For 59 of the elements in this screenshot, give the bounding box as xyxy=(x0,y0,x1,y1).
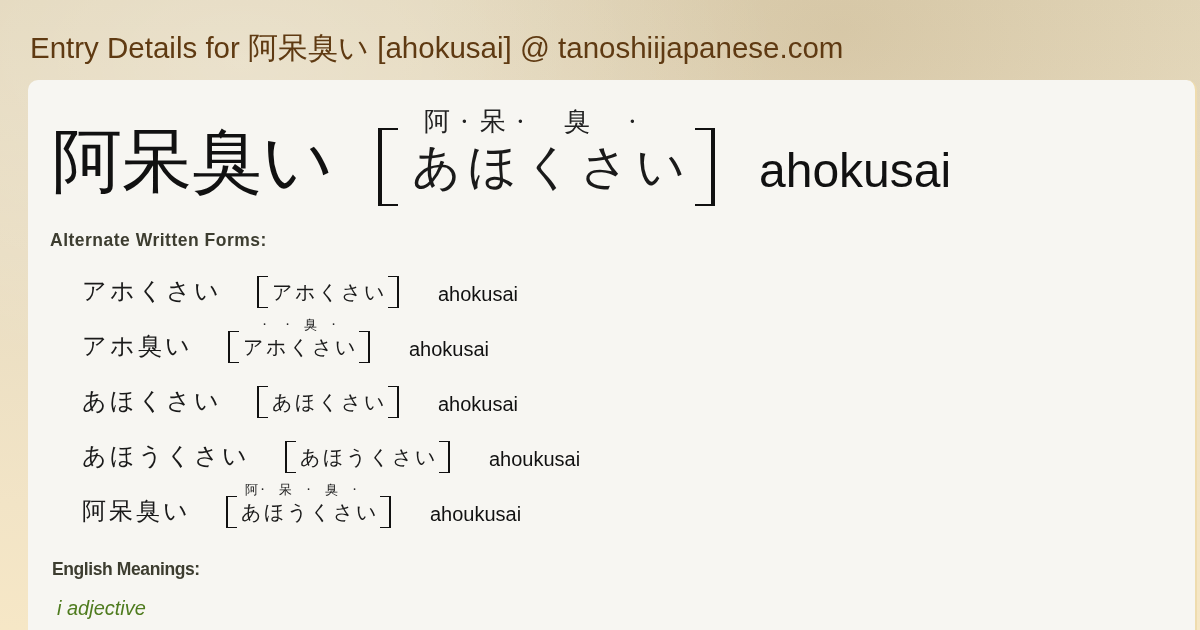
open-bracket-icon xyxy=(257,275,268,308)
written-form: アホくさい xyxy=(82,277,222,306)
furigana-text: 臭 xyxy=(563,108,590,135)
reading-kana: ほ xyxy=(468,138,524,196)
reading-kana: い xyxy=(636,138,692,196)
reading-kana: い xyxy=(356,499,379,524)
part-of-speech-text: i adjective xyxy=(57,596,146,620)
reading-kana: ほう xyxy=(264,499,310,524)
reading-kana: くさ xyxy=(524,138,636,196)
reading-kana: あほくさい xyxy=(272,389,387,414)
furigana-separator: · xyxy=(516,108,525,135)
romaji-text: ahoukusai xyxy=(489,446,581,471)
reading-kana: くさ xyxy=(310,499,356,524)
open-bracket-icon xyxy=(226,495,237,528)
section-heading: Alternate Written Forms: xyxy=(50,230,267,250)
close-bracket-icon xyxy=(359,330,370,363)
open-bracket-icon xyxy=(378,128,398,206)
furigana-separator: · xyxy=(260,482,265,496)
romaji-text: ahokusai xyxy=(409,336,490,361)
furigana-separator: · xyxy=(460,108,469,135)
romaji-text: ahokusai xyxy=(438,391,519,416)
romaji-text: ahokusai xyxy=(759,143,952,200)
open-bracket-icon xyxy=(228,330,239,363)
close-bracket-icon xyxy=(380,495,391,528)
open-bracket-icon xyxy=(285,440,296,473)
furigana-separator: · xyxy=(306,482,311,496)
furigana-separator: · xyxy=(352,482,357,496)
written-form: 阿呆臭い xyxy=(82,497,191,526)
section-heading: English Meanings: xyxy=(52,559,200,579)
furigana-separator: · xyxy=(628,108,637,135)
reading-kana: くさ xyxy=(289,334,335,359)
close-bracket-icon xyxy=(695,128,715,206)
furigana-separator: · xyxy=(262,317,267,331)
close-bracket-icon xyxy=(388,275,399,308)
furigana-text: 呆 xyxy=(479,108,506,135)
romaji-text: ahoukusai xyxy=(430,501,522,526)
reading-kana: ア xyxy=(243,334,266,359)
furigana-text: 臭 xyxy=(304,317,317,331)
furigana-separator: · xyxy=(331,317,336,331)
close-bracket-icon xyxy=(439,440,450,473)
written-form: あほくさい xyxy=(82,387,222,416)
written-form: あほうくさい xyxy=(82,442,250,471)
furigana-text: 阿 xyxy=(423,108,450,135)
reading-kana: アホくさい xyxy=(272,279,387,304)
reading-kana: ホ xyxy=(266,334,289,359)
written-form: アホ臭い xyxy=(82,332,193,361)
furigana-separator: · xyxy=(285,317,290,331)
romaji-text: ahokusai xyxy=(438,281,519,306)
close-bracket-icon xyxy=(388,385,399,418)
reading-kana: あ xyxy=(241,499,264,524)
reading-kana: あ xyxy=(412,138,468,196)
reading-kana: あほうくさい xyxy=(300,444,438,469)
open-bracket-icon xyxy=(257,385,268,418)
entry-word: 阿呆臭い xyxy=(52,119,334,203)
page-title: Entry Details for 阿呆臭い [ahokusai] @ tanoshiijapanese.com xyxy=(30,30,844,66)
furigana-text: 阿 xyxy=(244,482,258,496)
reading-kana: い xyxy=(335,334,358,359)
furigana-text: 臭 xyxy=(325,482,338,496)
furigana-text: 呆 xyxy=(279,482,292,496)
